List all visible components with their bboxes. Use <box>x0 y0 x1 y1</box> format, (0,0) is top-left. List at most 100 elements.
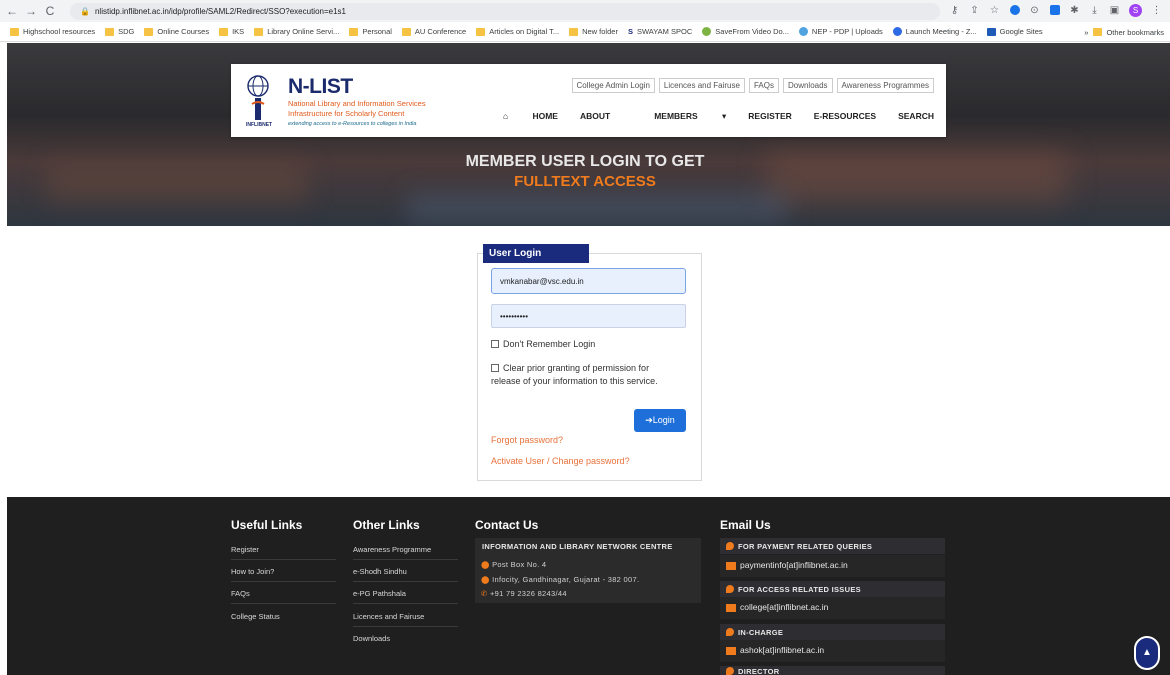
bookmark-item[interactable]: Articles on Digital T... <box>476 27 559 36</box>
footer-link-college-status[interactable]: College Status <box>231 612 280 621</box>
top-links: College Admin Login Licences and Fairuse… <box>571 78 934 93</box>
username-input[interactable] <box>491 268 686 294</box>
awareness-link[interactable]: Awareness Programmes <box>836 78 934 93</box>
email-incharge[interactable]: ashok[at]inflibnet.ac.in <box>720 640 945 662</box>
bookmark-item[interactable]: Library Online Servi... <box>254 27 339 36</box>
email-category-access: FOR ACCESS RELATED ISSUES <box>720 581 945 597</box>
activate-user-link[interactable]: Activate User / Change password? <box>491 456 630 466</box>
hero-subtitle: FULLTEXT ACCESS <box>514 173 656 190</box>
brand-line-2: Infrastructure for Scholarly Content <box>288 109 405 118</box>
url-text: nlistidp.inflibnet.ac.in/idp/profile/SAM… <box>94 7 346 16</box>
bookmark-item[interactable]: New folder <box>569 27 618 36</box>
clear-permission-checkbox[interactable] <box>491 364 499 372</box>
bookmark-item[interactable]: Google Sites <box>986 27 1043 36</box>
contact-address-2: ⬤ Infocity, Gandhinagar, Gujarat - 382 0… <box>481 575 640 584</box>
menu-icon[interactable]: ⋮ <box>1151 3 1162 17</box>
other-links-title: Other Links <box>353 518 420 532</box>
caret-down-icon: ▾ <box>719 111 727 121</box>
tag-icon <box>726 628 734 636</box>
other-bookmarks[interactable]: Other bookmarks <box>1093 28 1164 37</box>
nav-members[interactable]: MEMBERS ▾ <box>632 111 726 122</box>
bookmark-item[interactable]: S SWAYAM SPOC <box>628 27 692 36</box>
bookmark-item[interactable]: Highschool resources <box>10 27 95 36</box>
forgot-password-link[interactable]: Forgot password? <box>491 435 563 445</box>
bookmark-item[interactable]: Personal <box>349 27 392 36</box>
more-bookmarks-icon[interactable]: » <box>1084 28 1088 37</box>
lock-icon: 🔒 <box>80 7 90 16</box>
sign-in-icon: ➔ <box>645 415 653 425</box>
footer-link-downloads[interactable]: Downloads <box>353 634 390 643</box>
envelope-icon <box>726 647 736 655</box>
extensions-puzzle-icon[interactable]: ✱ <box>1069 3 1080 17</box>
map-pin-icon: ⬤ <box>481 575 490 584</box>
bookmark-item[interactable]: IKS <box>219 27 244 36</box>
star-icon[interactable]: ☆ <box>989 3 1000 17</box>
brand-title: N-LIST <box>288 75 353 98</box>
contact-address-1: ⬤ Post Box No. 4 <box>481 560 547 569</box>
login-button[interactable]: ➔Login <box>634 409 686 432</box>
forward-icon[interactable]: → <box>24 4 38 18</box>
dont-remember-checkbox[interactable] <box>491 340 499 348</box>
tag-icon <box>726 542 734 550</box>
home-icon: ⌂ <box>502 111 511 121</box>
bookmark-item[interactable]: NEP - PDP | Uploads <box>798 27 883 36</box>
envelope-icon <box>726 604 736 612</box>
bookmark-item[interactable]: Launch Meeting - Z... <box>892 27 977 36</box>
back-icon[interactable]: ← <box>5 4 19 18</box>
download-icon[interactable]: ⤓ <box>1089 3 1100 17</box>
footer-link-licences[interactable]: Licences and Fairuse <box>353 612 424 621</box>
tag-icon <box>726 667 734 675</box>
footer-link-faqs[interactable]: FAQs <box>231 589 250 598</box>
brand-tagline: extending access to e-Resources to colle… <box>288 121 417 127</box>
bookmarks-bar: Highschool resources SDG Online Courses … <box>0 22 1170 42</box>
footer-link-awareness[interactable]: Awareness Programme <box>353 545 431 554</box>
nav-e-resources[interactable]: E-RESOURCES <box>814 111 876 122</box>
footer-link-register[interactable]: Register <box>231 545 259 554</box>
password-input[interactable] <box>491 304 686 328</box>
profile-avatar[interactable]: S <box>1129 3 1142 17</box>
footer-link-how-to-join[interactable]: How to Join? <box>231 567 274 576</box>
sidepanel-icon[interactable]: ▣ <box>1109 3 1120 17</box>
contact-org: INFORMATION AND LIBRARY NETWORK CENTRE <box>482 542 673 551</box>
contact-title: Contact Us <box>475 518 539 532</box>
college-admin-login-link[interactable]: College Admin Login <box>571 78 655 93</box>
clear-permission-row[interactable]: Clear prior granting of permission for r… <box>491 362 658 388</box>
phone-icon: ✆ <box>481 589 488 598</box>
scroll-to-top-button[interactable]: ▲ <box>1134 636 1160 670</box>
address-bar[interactable]: 🔒 nlistidp.inflibnet.ac.in/idp/profile/S… <box>70 3 940 20</box>
share-icon[interactable]: ⇪ <box>969 3 980 17</box>
email-access[interactable]: college[at]inflibnet.ac.in <box>720 597 945 619</box>
nav-about[interactable]: ABOUT <box>580 111 610 122</box>
email-payment[interactable]: paymentinfo[at]inflibnet.ac.in <box>720 555 945 577</box>
bookmark-item[interactable]: Online Courses <box>144 27 209 36</box>
footer-link-epg[interactable]: e-PG Pathshala <box>353 589 406 598</box>
nav-home[interactable]: ⌂ HOME <box>481 111 558 122</box>
email-category-incharge: IN-CHARGE <box>720 624 945 640</box>
extension-icon-2[interactable]: ⊙ <box>1029 3 1040 17</box>
main-nav: ⌂ HOME ABOUT MEMBERS ▾ REGISTER E-RESOUR… <box>459 111 934 122</box>
bookmark-item[interactable]: SaveFrom Video Do... <box>702 27 789 36</box>
hero-title: MEMBER USER LOGIN TO GET <box>465 153 705 170</box>
faqs-link[interactable]: FAQs <box>748 78 779 93</box>
footer-link-eshodh[interactable]: e-Shodh Sindhu <box>353 567 407 576</box>
email-category-payment: FOR PAYMENT RELATED QUERIES <box>720 538 945 554</box>
nav-search[interactable]: SEARCH <box>898 111 934 122</box>
email-title: Email Us <box>720 518 771 532</box>
contact-phone: ✆ +91 79 2326 8243/44 <box>481 589 567 598</box>
licences-link[interactable]: Licences and Fairuse <box>658 78 745 93</box>
bookmark-item[interactable]: SDG <box>105 27 134 36</box>
reload-icon[interactable]: C <box>43 4 57 18</box>
tag-icon <box>726 585 734 593</box>
email-category-director: DIRECTOR <box>720 666 945 675</box>
extension-icon-1[interactable] <box>1009 3 1020 17</box>
extension-icon-3[interactable] <box>1049 3 1060 17</box>
downloads-link[interactable]: Downloads <box>782 78 833 93</box>
dont-remember-row[interactable]: Don't Remember Login <box>491 338 595 351</box>
nav-register[interactable]: REGISTER <box>748 111 791 122</box>
chevron-up-icon: ▲ <box>1142 647 1152 658</box>
org-label: INFLIBNET <box>246 122 273 128</box>
useful-links-title: Useful Links <box>231 518 303 532</box>
key-icon[interactable]: ⚷ <box>949 3 960 17</box>
bookmark-item[interactable]: AU Conference <box>401 27 466 36</box>
brand-line-1: National Library and Information Service… <box>288 99 426 108</box>
